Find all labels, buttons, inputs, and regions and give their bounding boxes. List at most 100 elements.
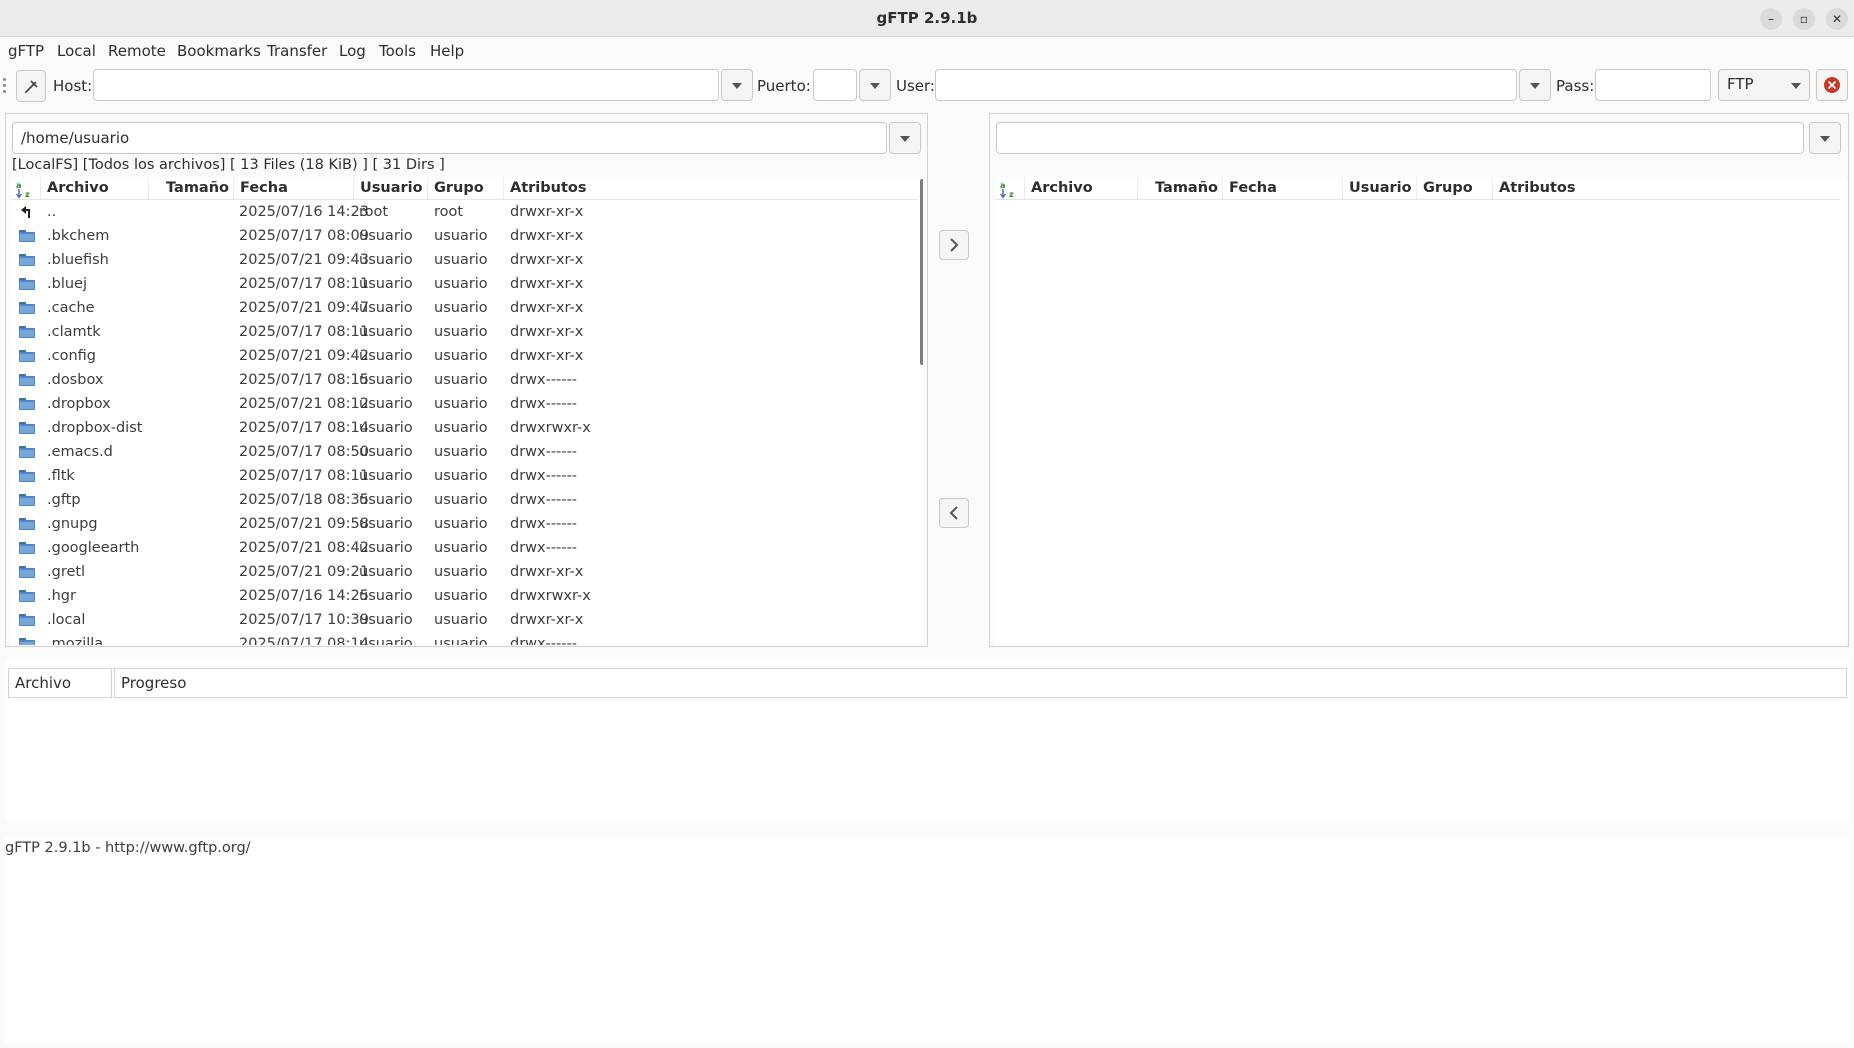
menu-local[interactable]: Local — [57, 37, 96, 65]
window-title: gFTP 2.9.1b — [876, 9, 978, 27]
file-name: .cache — [47, 300, 95, 316]
remote-col-grupo[interactable]: Grupo — [1417, 177, 1493, 199]
file-attributes: drwx------ — [510, 372, 577, 388]
download-button[interactable] — [939, 498, 969, 528]
transfer-col-archivo[interactable]: Archivo — [8, 668, 112, 698]
file-name: .gnupg — [47, 516, 98, 532]
menu-help[interactable]: Help — [430, 37, 464, 65]
file-name: .dropbox-dist — [47, 420, 143, 436]
svg-text:z: z — [25, 190, 30, 199]
table-row[interactable]: .hgr 2025/07/16 14:25 usuario usuario drwxrw… — [11, 584, 916, 608]
local-file-list[interactable]: a z Archivo Tamaño Fecha Usuario Grupo A… — [11, 177, 923, 645]
host-input[interactable] — [93, 69, 719, 101]
local-path-input[interactable]: /home/usuario — [12, 122, 887, 154]
file-group: usuario — [434, 516, 488, 532]
table-row[interactable]: .clamtk 2025/07/17 08:11 usuario usuario drw… — [11, 320, 916, 344]
menu-tools[interactable]: Tools — [379, 37, 416, 65]
remote-path-input[interactable] — [996, 122, 1804, 154]
table-row[interactable]: .gnupg 2025/07/21 09:58 usuario usuario drwx… — [11, 512, 916, 536]
user-input[interactable] — [935, 69, 1517, 101]
local-col-tamano[interactable]: Tamaño — [149, 177, 234, 199]
chevron-down-icon — [870, 83, 880, 89]
table-row[interactable]: .bkchem 2025/07/17 08:09 usuario usuario drw… — [11, 224, 916, 248]
file-date: 2025/07/16 14:25 — [239, 588, 369, 604]
table-row[interactable]: .cache 2025/07/21 09:47 usuario usuario drwx… — [11, 296, 916, 320]
table-row[interactable]: .dropbox-dist 2025/07/17 08:14 usuario usua… — [11, 416, 916, 440]
minimize-button[interactable]: – — [1760, 8, 1782, 30]
local-col-usuario[interactable]: Usuario — [354, 177, 428, 199]
file-date: 2025/07/17 08:14 — [239, 636, 369, 645]
local-list-header: a z Archivo Tamaño Fecha Usuario Grupo A… — [11, 177, 918, 200]
upload-button[interactable] — [939, 230, 969, 260]
file-name: .bkchem — [47, 228, 110, 244]
file-name: .gftp — [47, 492, 81, 508]
connect-button[interactable] — [16, 70, 46, 102]
local-scrollbar[interactable] — [920, 179, 923, 365]
host-history-dropdown[interactable] — [721, 69, 753, 101]
file-name: .hgr — [47, 588, 76, 604]
transfer-col-progreso[interactable]: Progreso — [114, 668, 1847, 698]
file-group: usuario — [434, 276, 488, 292]
file-date: 2025/07/21 08:12 — [239, 396, 369, 412]
table-row[interactable]: .local 2025/07/17 10:39 usuario usuario drwx… — [11, 608, 916, 632]
table-row[interactable]: .googleearth 2025/07/21 08:42 usuario usuar… — [11, 536, 916, 560]
menu-gftp[interactable]: gFTP — [8, 37, 44, 65]
table-row[interactable]: .. 2025/07/16 14:23 root root drwxr-xr-x — [11, 200, 916, 224]
file-name: .. — [47, 204, 57, 220]
file-name: .config — [47, 348, 96, 364]
remote-col-tamano[interactable]: Tamaño — [1138, 177, 1223, 199]
table-row[interactable]: .mozilla 2025/07/17 08:14 usuario usuario dr… — [11, 632, 916, 645]
table-row[interactable]: .bluefish 2025/07/21 09:43 usuario usuario d… — [11, 248, 916, 272]
remote-sort-column[interactable]: a z — [995, 177, 1025, 199]
table-row[interactable]: .dosbox 2025/07/17 08:15 usuario usuario drw… — [11, 368, 916, 392]
close-window-button[interactable]: ✕ — [1826, 8, 1848, 30]
local-col-grupo[interactable]: Grupo — [428, 177, 504, 199]
user-history-dropdown[interactable] — [1519, 69, 1551, 101]
remote-col-archivo[interactable]: Archivo — [1025, 177, 1138, 199]
table-row[interactable]: .gftp 2025/07/18 08:35 usuario usuario drwx-… — [11, 488, 916, 512]
folder-icon — [19, 326, 35, 338]
local-path-dropdown[interactable] — [889, 122, 921, 154]
table-row[interactable]: .config 2025/07/21 09:42 usuario usuario drw… — [11, 344, 916, 368]
svg-text:z: z — [1009, 190, 1014, 199]
table-row[interactable]: .emacs.d 2025/07/17 08:50 usuario usuario dr… — [11, 440, 916, 464]
local-sort-column[interactable]: a z — [11, 177, 41, 199]
menu-bookmarks[interactable]: Bookmarks — [177, 37, 261, 65]
file-user: usuario — [359, 516, 413, 532]
chevron-down-icon — [1791, 83, 1801, 89]
file-attributes: drwx------ — [510, 492, 577, 508]
remote-file-list[interactable]: a z Archivo Tamaño Fecha Usuario Grupo A… — [995, 177, 1845, 645]
file-group: usuario — [434, 540, 488, 556]
local-col-archivo[interactable]: Archivo — [41, 177, 149, 199]
remote-path-dropdown[interactable] — [1809, 122, 1841, 154]
file-name: .emacs.d — [47, 444, 113, 460]
port-history-dropdown[interactable] — [859, 69, 891, 101]
file-group: usuario — [434, 396, 488, 412]
port-input[interactable] — [813, 69, 857, 101]
stop-button[interactable] — [1816, 69, 1848, 101]
menu-log[interactable]: Log — [339, 37, 366, 65]
menu-remote[interactable]: Remote — [108, 37, 166, 65]
menu-bar: gFTP Local Remote Bookmarks Transfer Log… — [0, 37, 1854, 65]
protocol-select[interactable]: FTP — [1718, 69, 1810, 101]
maximize-button[interactable]: ▫ — [1793, 8, 1815, 30]
table-row[interactable]: .fltk 2025/07/17 08:11 usuario usuario drwx-… — [11, 464, 916, 488]
table-row[interactable]: .dropbox 2025/07/21 08:12 usuario usuario dr… — [11, 392, 916, 416]
protocol-value: FTP — [1727, 75, 1754, 93]
pass-input[interactable] — [1595, 69, 1711, 101]
table-row[interactable]: .gretl 2025/07/21 09:21 usuario usuario drwx… — [11, 560, 916, 584]
file-user: usuario — [359, 588, 413, 604]
file-group: usuario — [434, 636, 488, 645]
file-name: .bluej — [47, 276, 87, 292]
log-area[interactable]: gFTP 2.9.1b - http://www.gftp.org/ — [5, 838, 1849, 1043]
file-attributes: drwxr-xr-x — [510, 300, 584, 316]
folder-icon — [19, 542, 35, 554]
local-col-fecha[interactable]: Fecha — [234, 177, 354, 199]
menu-transfer[interactable]: Transfer — [267, 37, 327, 65]
remote-col-atributos[interactable]: Atributos — [1493, 177, 1840, 199]
table-row[interactable]: .bluej 2025/07/17 08:11 usuario usuario drwx… — [11, 272, 916, 296]
remote-col-fecha[interactable]: Fecha — [1223, 177, 1343, 199]
local-col-atributos[interactable]: Atributos — [504, 177, 918, 199]
port-label: Puerto: — [757, 77, 811, 95]
remote-col-usuario[interactable]: Usuario — [1343, 177, 1417, 199]
